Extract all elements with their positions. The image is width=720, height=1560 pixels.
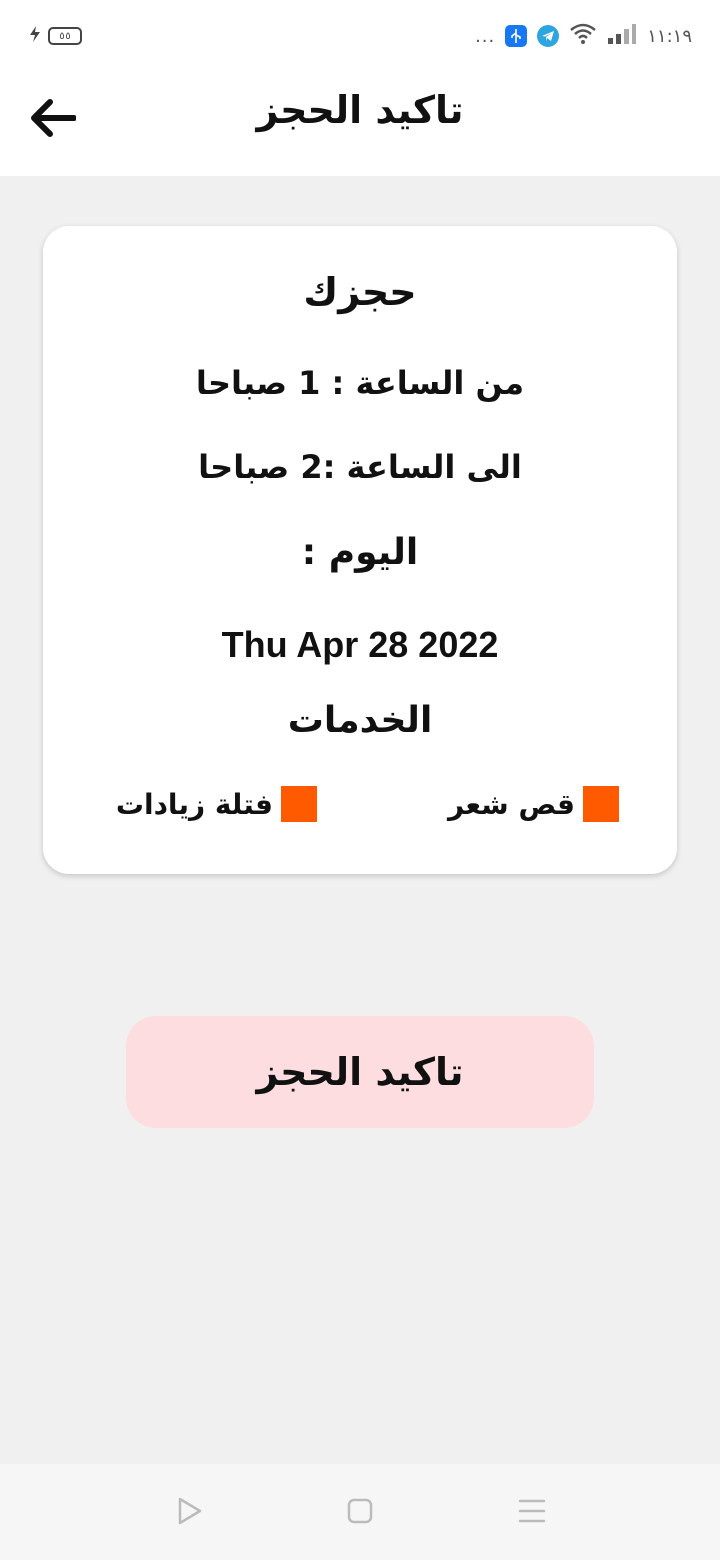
booking-card: حجزك من الساعة : 1 صباحا الى الساعة :2 ص… bbox=[43, 226, 677, 874]
wifi-icon bbox=[569, 23, 597, 49]
status-bar-right: ... ١١:١٩ bbox=[475, 22, 692, 50]
menu-icon bbox=[517, 1497, 547, 1529]
services-title: الخدمات bbox=[287, 700, 433, 741]
battery-level: ٥٥ bbox=[58, 30, 72, 42]
service-item: قص شعر bbox=[448, 784, 619, 824]
status-bar-left: ٥٥ bbox=[28, 24, 82, 48]
nav-menu-button[interactable] bbox=[515, 1496, 549, 1530]
to-time: الى الساعة :2 صباحا bbox=[198, 448, 522, 486]
nav-back-button[interactable] bbox=[172, 1496, 206, 1530]
nav-home-button[interactable] bbox=[343, 1496, 377, 1530]
service-color-swatch bbox=[281, 786, 317, 822]
status-time: ١١:١٩ bbox=[647, 25, 692, 47]
usb-icon bbox=[505, 25, 528, 47]
from-time: من الساعة : 1 صباحا bbox=[195, 364, 525, 402]
service-label: فتلة زيادات bbox=[115, 787, 273, 821]
page-title: تاكيد الحجز bbox=[256, 88, 464, 132]
status-bar: ٥٥ ... ١١:١٩ bbox=[0, 0, 720, 72]
signal-icon bbox=[607, 23, 637, 49]
telegram-icon bbox=[537, 25, 560, 47]
day-label: اليوم : bbox=[301, 532, 419, 573]
system-nav-bar bbox=[0, 1464, 720, 1560]
battery-icon: ٥٥ bbox=[48, 27, 82, 45]
more-notifications-icon: ... bbox=[475, 25, 496, 47]
service-color-swatch bbox=[583, 786, 619, 822]
charging-icon bbox=[28, 25, 42, 47]
service-label: قص شعر bbox=[447, 787, 575, 821]
booking-date: Thu Apr 28 2022 bbox=[221, 624, 499, 665]
service-item: فتلة زيادات bbox=[116, 784, 317, 824]
app-header: تاكيد الحجز bbox=[0, 72, 720, 176]
triangle-icon bbox=[174, 1496, 204, 1530]
square-icon bbox=[346, 1497, 374, 1529]
booking-title: حجزك bbox=[303, 270, 417, 314]
confirm-booking-button[interactable]: تاكيد الحجز bbox=[126, 1016, 594, 1128]
